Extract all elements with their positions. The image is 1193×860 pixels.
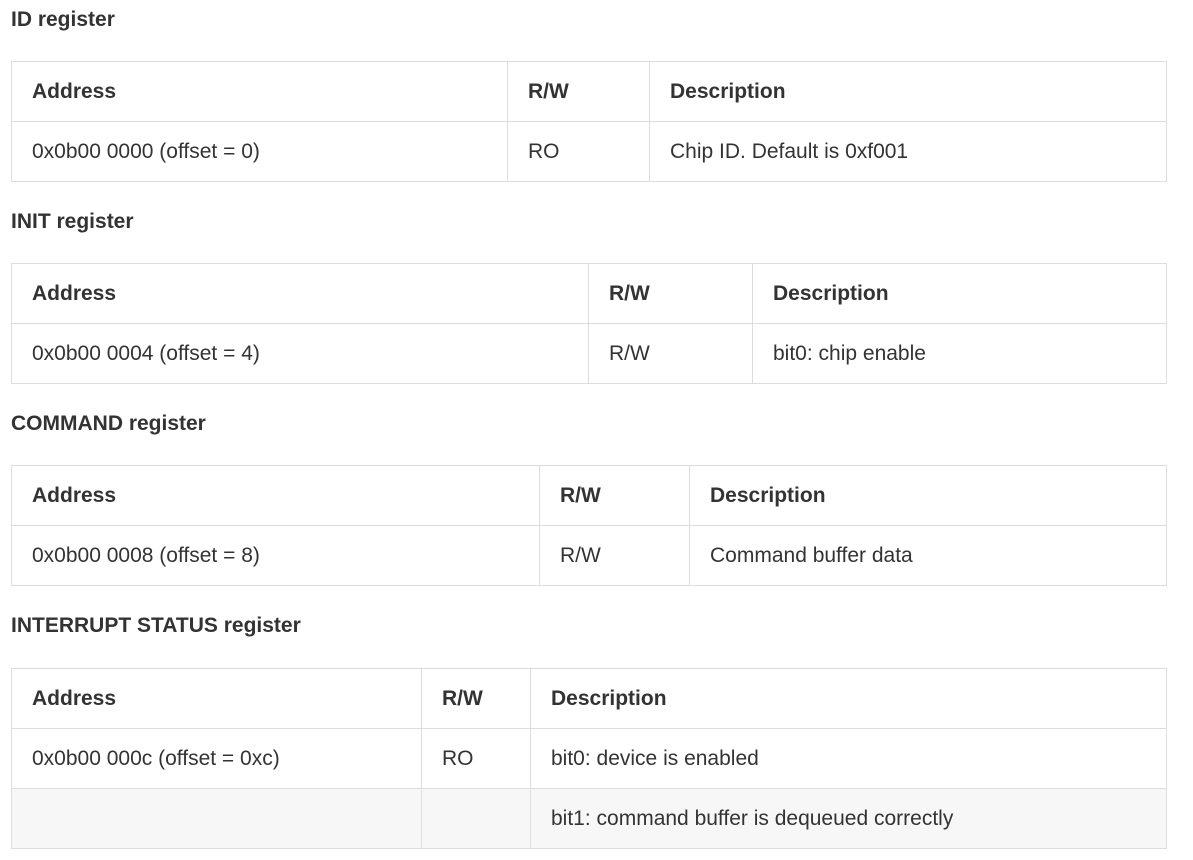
table-header-row: Address R/W Description: [11, 61, 1167, 122]
section-heading: ID register: [11, 8, 115, 31]
table-row: bit1: command buffer is dequeued correct…: [11, 788, 1167, 849]
rw-cell: [421, 788, 531, 849]
description-cell: bit0: chip enable: [752, 323, 1167, 384]
column-header-address: Address: [11, 61, 508, 122]
column-header-description: Description: [752, 263, 1167, 324]
register-table: Address R/W Description 0x0b00 0000 (off…: [11, 61, 1167, 182]
address-cell: 0x0b00 000c (offset = 0xc): [11, 728, 422, 789]
column-header-description: Description: [689, 465, 1167, 526]
address-cell: [11, 788, 422, 849]
description-cell: bit1: command buffer is dequeued correct…: [530, 788, 1167, 849]
table-row: 0x0b00 0000 (offset = 0) RO Chip ID. Def…: [11, 121, 1167, 182]
column-header-description: Description: [649, 61, 1167, 122]
table-header-row: Address R/W Description: [11, 465, 1167, 526]
section-heading: INIT register: [11, 210, 134, 233]
table-row: 0x0b00 000c (offset = 0xc) RO bit0: devi…: [11, 728, 1167, 789]
column-header-description: Description: [530, 668, 1167, 729]
register-table: Address R/W Description 0x0b00 0004 (off…: [11, 263, 1167, 384]
table-header-row: Address R/W Description: [11, 263, 1167, 324]
address-cell: 0x0b00 0008 (offset = 8): [11, 525, 540, 586]
column-header-rw: R/W: [421, 668, 531, 729]
rw-cell: R/W: [539, 525, 690, 586]
column-header-address: Address: [11, 668, 422, 729]
description-cell: Chip ID. Default is 0xf001: [649, 121, 1167, 182]
section-heading: COMMAND register: [11, 412, 206, 435]
column-header-rw: R/W: [588, 263, 753, 324]
description-cell: Command buffer data: [689, 525, 1167, 586]
rw-cell: RO: [507, 121, 650, 182]
column-header-rw: R/W: [507, 61, 650, 122]
column-header-address: Address: [11, 465, 540, 526]
rw-cell: RO: [421, 728, 531, 789]
address-cell: 0x0b00 0004 (offset = 4): [11, 323, 589, 384]
address-cell: 0x0b00 0000 (offset = 0): [11, 121, 508, 182]
column-header-address: Address: [11, 263, 589, 324]
table-header-row: Address R/W Description: [11, 668, 1167, 729]
table-row: 0x0b00 0008 (offset = 8) R/W Command buf…: [11, 525, 1167, 586]
register-table: Address R/W Description 0x0b00 0008 (off…: [11, 465, 1167, 586]
table-row: 0x0b00 0004 (offset = 4) R/W bit0: chip …: [11, 323, 1167, 384]
description-cell: bit0: device is enabled: [530, 728, 1167, 789]
rw-cell: R/W: [588, 323, 753, 384]
section-heading: INTERRUPT STATUS register: [11, 614, 301, 637]
column-header-rw: R/W: [539, 465, 690, 526]
register-table: Address R/W Description 0x0b00 000c (off…: [11, 668, 1167, 849]
